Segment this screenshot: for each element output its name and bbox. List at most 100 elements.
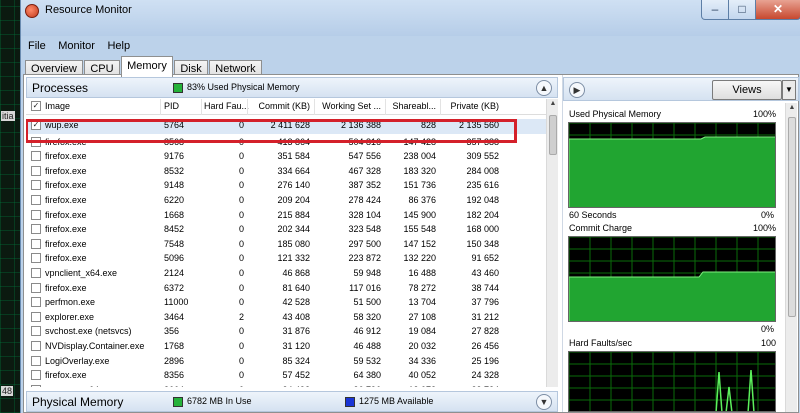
views-button[interactable]: Views xyxy=(712,80,782,100)
row-checkbox[interactable] xyxy=(31,340,41,351)
scroll-up-arrow-icon[interactable]: ▲ xyxy=(786,104,798,116)
row-checkbox[interactable] xyxy=(31,180,41,191)
table-row[interactable]: explorer.exe 3464 2 43 408 58 320 27 108 31 21… xyxy=(26,311,546,326)
menu-file[interactable]: File xyxy=(23,38,51,54)
cell-hard-faults: 0 xyxy=(204,385,244,387)
table-row[interactable]: ✓ wup.exe 5764 0 2 411 628 2 136 388 828 2 135 … xyxy=(26,119,546,134)
close-button[interactable]: ✕ xyxy=(755,0,800,20)
row-checkbox[interactable] xyxy=(31,194,41,205)
cell-shareable: 147 152 xyxy=(403,238,436,249)
scrollbar-thumb[interactable] xyxy=(549,115,557,155)
cell-hard-faults: 0 xyxy=(238,297,244,308)
cell-working-set: 297 500 xyxy=(348,238,381,249)
table-row[interactable]: svchost.exe (netsvcs) 356 0 31 876 46 912 19 … xyxy=(26,325,546,340)
column-separator[interactable] xyxy=(160,99,161,115)
title-bar[interactable]: Resource Monitor – □ ✕ xyxy=(21,0,800,36)
table-row[interactable]: firefox.exe 9176 0 351 584 547 556 238 004 309… xyxy=(26,150,546,165)
table-row[interactable]: firefox.exe 8568 0 413 864 504 816 147 428 357… xyxy=(26,136,546,151)
row-checkbox[interactable] xyxy=(31,297,41,308)
cell-commit: 24 492 xyxy=(250,385,310,387)
memory-in-use-summary: 6782 MB In Use xyxy=(187,396,252,406)
column-separator[interactable] xyxy=(247,99,248,115)
row-checkbox[interactable] xyxy=(31,326,41,337)
table-row[interactable]: NVDisplay.Container.exe 1768 0 31 120 46 488… xyxy=(26,340,546,355)
menu-monitor[interactable]: Monitor xyxy=(53,38,100,54)
row-checkbox[interactable] xyxy=(31,224,41,235)
table-row[interactable]: vpnclient_x64.exe 2124 0 46 868 59 948 16 488… xyxy=(26,267,546,282)
cell-shareable: 828 xyxy=(420,120,436,130)
table-row[interactable]: firefox.exe 1668 0 215 884 328 104 145 900 182… xyxy=(26,209,546,224)
cell-commit: 46 868 xyxy=(282,267,310,278)
row-checkbox[interactable] xyxy=(31,151,41,162)
cell-image: firefox.exe xyxy=(45,238,87,249)
collapse-graphs-button[interactable]: ▶ xyxy=(569,82,585,98)
cell-shareable: 86 376 xyxy=(408,194,436,205)
cell-pid: 8356 xyxy=(164,370,185,381)
minimize-button[interactable]: – xyxy=(701,0,729,20)
column-header-commit[interactable]: Commit (KB) xyxy=(250,101,311,111)
table-row[interactable]: vpncmgr_x64.exe 3664 0 24 492 36 796 13 072 23… xyxy=(26,384,546,387)
processes-scrollbar[interactable]: ▲ xyxy=(546,99,558,387)
table-row[interactable]: firefox.exe 8452 0 202 344 323 548 155 548 168… xyxy=(26,223,546,238)
cell-shareable: 27 108 xyxy=(408,311,436,322)
tab-memory[interactable]: Memory xyxy=(121,56,173,77)
expand-physical-memory-button[interactable]: ▼ xyxy=(536,394,552,410)
scroll-up-arrow-icon[interactable]: ▲ xyxy=(547,100,558,112)
row-checkbox[interactable] xyxy=(31,311,41,322)
table-row[interactable]: firefox.exe 7548 0 185 080 297 500 147 152 150… xyxy=(26,238,546,253)
commit-charge-area xyxy=(569,271,775,321)
table-row[interactable]: firefox.exe 6220 0 209 204 278 424 86 376 192 … xyxy=(26,194,546,209)
table-row[interactable]: firefox.exe 6372 0 81 640 117 016 78 272 38 74… xyxy=(26,282,546,297)
views-dropdown-arrow-icon[interactable]: ▼ xyxy=(782,80,796,100)
cell-pid: 3664 xyxy=(164,385,198,387)
table-row[interactable]: firefox.exe 8532 0 334 664 467 328 183 320 284… xyxy=(26,165,546,180)
column-separator[interactable] xyxy=(440,99,441,115)
cell-working-set: 51 500 xyxy=(353,297,381,308)
table-row[interactable]: LogiOverlay.exe 2896 0 85 324 59 532 34 336 25… xyxy=(26,355,546,370)
row-checkbox[interactable] xyxy=(31,136,41,147)
column-header-shareable[interactable]: Shareabl... xyxy=(388,101,436,111)
row-checkbox[interactable] xyxy=(31,165,41,176)
row-checkbox[interactable] xyxy=(31,384,41,387)
row-checkbox[interactable] xyxy=(31,282,41,293)
column-header-image[interactable]: Image xyxy=(45,101,70,111)
physical-memory-section-header[interactable]: Physical Memory 6782 MB In Use 1275 MB A… xyxy=(26,391,558,412)
column-separator[interactable] xyxy=(314,99,315,115)
menu-help[interactable]: Help xyxy=(102,38,135,54)
row-checkbox[interactable] xyxy=(31,253,41,264)
cell-working-set: 467 328 xyxy=(348,165,381,176)
table-row[interactable]: firefox.exe 8356 0 57 452 64 380 40 052 24 328 xyxy=(26,369,546,384)
cell-commit: 276 140 xyxy=(277,180,310,191)
cell-private: 150 348 xyxy=(466,238,499,249)
used-memory-legend-swatch xyxy=(173,83,183,93)
row-checkbox[interactable]: ✓ xyxy=(31,120,41,130)
cell-image: firefox.exe xyxy=(45,136,87,147)
column-header-hard-faults[interactable]: Hard Fau... xyxy=(204,101,249,111)
graphs-scrollbar[interactable]: ▲ xyxy=(785,103,797,412)
table-row[interactable]: firefox.exe 9148 0 276 140 387 352 151 736 235… xyxy=(26,179,546,194)
row-checkbox[interactable] xyxy=(31,267,41,278)
maximize-button[interactable]: □ xyxy=(728,0,756,20)
processes-section-header[interactable]: Processes 83% Used Physical Memory ▲ xyxy=(26,77,558,98)
scrollbar-thumb[interactable] xyxy=(788,117,796,317)
used-physical-memory-graph xyxy=(568,122,776,208)
column-separator[interactable] xyxy=(201,99,202,115)
column-separator[interactable] xyxy=(385,99,386,115)
memory-available-summary: 1275 MB Available xyxy=(359,396,434,406)
column-header-private[interactable]: Private (KB) xyxy=(443,101,499,111)
row-checkbox[interactable] xyxy=(31,209,41,220)
cell-shareable: 151 736 xyxy=(403,180,436,191)
collapse-processes-button[interactable]: ▲ xyxy=(536,80,552,96)
cell-working-set: 323 548 xyxy=(348,224,381,235)
cell-working-set: 46 912 xyxy=(353,326,381,337)
row-checkbox[interactable] xyxy=(31,238,41,249)
column-header-working-set[interactable]: Working Set ... xyxy=(317,101,381,111)
table-row[interactable]: perfmon.exe 11000 0 42 528 51 500 13 704 37 79… xyxy=(26,296,546,311)
table-row[interactable]: firefox.exe 5096 0 121 332 223 872 132 220 91 … xyxy=(26,252,546,267)
row-checkbox[interactable] xyxy=(31,370,41,381)
select-all-checkbox[interactable]: ✓ xyxy=(31,101,41,111)
row-checkbox[interactable] xyxy=(31,355,41,366)
graph-min-commit-charge: 0% xyxy=(761,324,775,334)
cell-commit: 2 411 628 xyxy=(270,120,310,130)
column-header-pid[interactable]: PID xyxy=(164,101,179,111)
